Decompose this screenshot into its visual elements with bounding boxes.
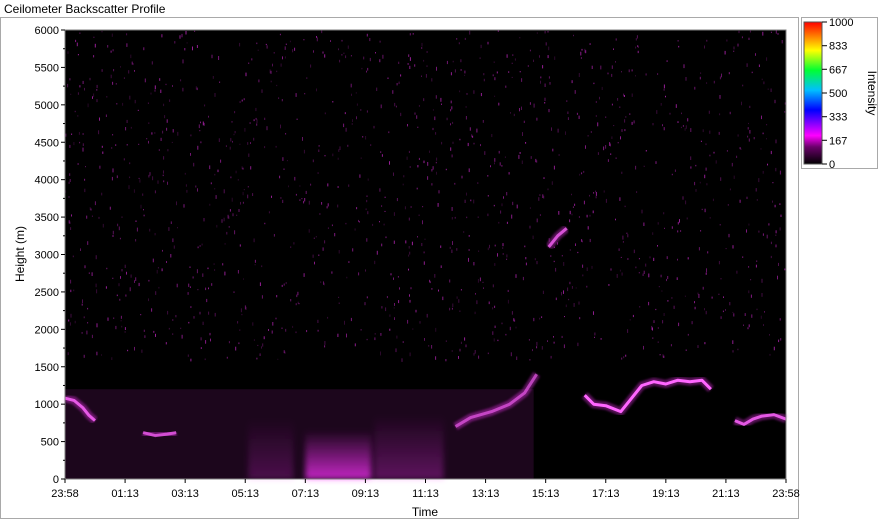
x-tick-label-10: 19:13	[652, 488, 680, 500]
colorbar-ticks: 0 167 333 500 667 833 1000	[822, 17, 853, 171]
y-tick-label-1: 500	[41, 437, 59, 449]
colorbar-tick-label-1: 167	[829, 135, 847, 147]
x-tick-label-4: 07:13	[292, 488, 320, 500]
plot-frame: 0 500 1000 1500 2000 2500 3000 3500 4000 4500 5000…	[0, 17, 800, 519]
x-tick-label-8: 15:13	[532, 488, 560, 500]
colorbar-panel: 0 167 333 500 667 833 1000 Intensity	[801, 17, 878, 171]
y-tick-label-9: 4500	[35, 137, 59, 149]
boundary-layer-group	[65, 389, 534, 479]
y-tick-label-10: 5000	[35, 100, 59, 112]
y-tick-label-5: 2500	[35, 287, 59, 299]
colorbar-tick-label-2: 333	[829, 112, 847, 124]
x-tick-label-2: 03:13	[171, 488, 199, 500]
aerosol-plume-0	[305, 430, 372, 479]
x-tick-label-9: 17:13	[592, 488, 620, 500]
colorbar-tick-label-4: 667	[829, 64, 847, 76]
x-tick-label-1: 01:13	[111, 488, 139, 500]
y-axis-title: Height (m)	[13, 226, 27, 282]
chart-title: Ceilometer Backscatter Profile	[4, 2, 166, 16]
colorbar-tick-label-5: 833	[829, 41, 847, 53]
aerosol-plume-1	[374, 415, 444, 479]
aerosol-plume-2	[248, 419, 294, 479]
x-tick-label-11: 21:13	[712, 488, 740, 500]
x-tick-label-5: 09:13	[352, 488, 380, 500]
x-tick-label-0: 23:58	[51, 488, 79, 500]
x-axis-title: Time	[412, 505, 439, 519]
y-tick-label-4: 2000	[35, 324, 59, 336]
x-tick-label-12: 23:58	[772, 488, 800, 500]
x-axis-ticks: 23:58 01:13 03:13 05:13 07:13 09:13 11:13 13:13…	[51, 479, 800, 500]
x-tick-label-3: 05:13	[231, 488, 259, 500]
y-tick-label-6: 3000	[35, 250, 59, 262]
y-axis-ticks: 0 500 1000 1500 2000 2500 3000 3500 4000 4500 5000…	[35, 25, 65, 486]
colorbar-label: Intensity	[865, 71, 878, 116]
heatmap-plot: 0 500 1000 1500 2000 2500 3000 3500 4000 4500 5000…	[13, 25, 800, 519]
x-tick-label-6: 11:13	[412, 488, 439, 500]
y-tick-label-0: 0	[53, 474, 59, 486]
colorbar: 0 167 333 500 667 833 1000 Intensity	[803, 17, 878, 171]
x-tick-label-7: 13:13	[472, 488, 500, 500]
y-tick-label-2: 1000	[35, 399, 59, 411]
boundary-layer-0	[65, 389, 534, 479]
y-tick-label-8: 4000	[35, 175, 59, 187]
y-tick-label-12: 6000	[35, 25, 59, 37]
y-tick-label-7: 3500	[35, 212, 59, 224]
colorbar-tick-label-3: 500	[829, 88, 847, 100]
colorbar-gradient	[803, 21, 823, 165]
y-tick-label-3: 1500	[35, 362, 59, 374]
colorbar-tick-label-0: 0	[829, 159, 835, 170]
colorbar-tick-label-6: 1000	[829, 18, 853, 29]
y-tick-label-11: 5500	[35, 62, 59, 74]
